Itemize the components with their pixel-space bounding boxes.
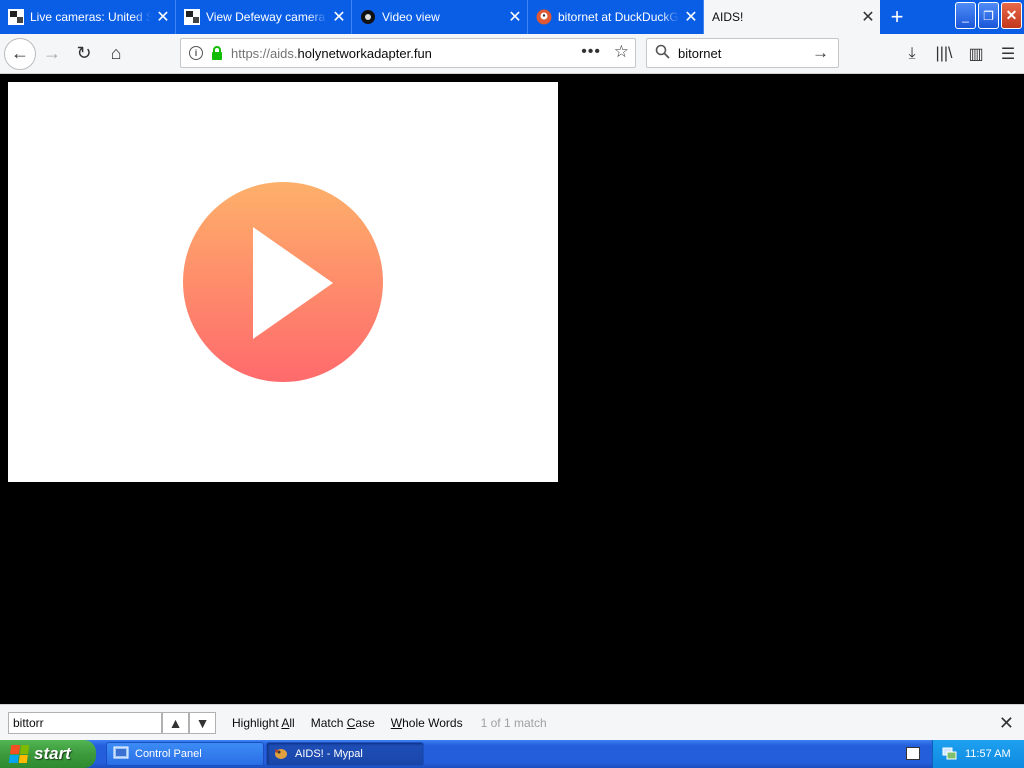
mypal-icon (273, 745, 289, 764)
minimize-button[interactable]: _ (955, 2, 976, 29)
network-icon[interactable] (941, 745, 957, 764)
system-tray: 11:57 AM (932, 740, 1024, 768)
navigation-toolbar: ← → ↻ ⌂ i https://aids.holynetworkadapte… (0, 34, 1024, 74)
windows-logo-icon (8, 745, 30, 763)
close-find-bar-icon[interactable]: ✕ (999, 713, 1014, 734)
tab-duckduckgo[interactable]: bitornet at DuckDuckGo ✕ (528, 0, 704, 34)
lock-icon[interactable] (211, 46, 223, 60)
back-button[interactable]: ← (4, 37, 36, 70)
duckduckgo-favicon-icon (536, 9, 552, 25)
url-text[interactable]: https://aids.holynetworkadapter.fun (231, 46, 432, 61)
eye-favicon-icon (360, 9, 376, 25)
whole-words-accesskey: W (390, 715, 403, 730)
find-input[interactable]: bittorr (8, 711, 162, 734)
close-window-button[interactable]: ✕ (1001, 2, 1022, 29)
taskbar-item-mypal[interactable]: AIDS! - Mypal (266, 742, 424, 766)
find-bar: bittorr ▲ ▼ Highlight All Match Case Who… (0, 704, 1024, 740)
camera-favicon-icon (184, 9, 200, 25)
video-player[interactable] (8, 82, 558, 482)
close-tab-icon[interactable]: ✕ (151, 7, 175, 27)
play-icon (253, 227, 333, 339)
start-button[interactable]: start (0, 740, 96, 768)
tab-live-cameras[interactable]: Live cameras: United States ✕ (0, 0, 176, 34)
window-controls: _ ❐ ✕ (955, 0, 1022, 34)
new-tab-button[interactable]: + (880, 0, 914, 34)
tab-video-view[interactable]: Video view ✕ (352, 0, 528, 34)
tab-title: View Defeway camera in (206, 10, 327, 24)
play-button[interactable] (183, 182, 383, 382)
close-tab-icon[interactable]: ✕ (503, 7, 527, 27)
tab-strip-spacer (914, 0, 955, 34)
sidebar-icon[interactable]: ▥ (960, 38, 992, 70)
taskbar-item-control-panel[interactable]: Control Panel (106, 742, 264, 766)
search-bar[interactable]: bitornet → (646, 38, 839, 68)
tab-title: Live cameras: United States (30, 10, 151, 24)
taskbar-item-label: AIDS! - Mypal (295, 748, 363, 760)
address-bar[interactable]: i https://aids.holynetworkadapter.fun ••… (180, 38, 636, 68)
match-case-label-end: ase (355, 715, 375, 730)
info-icon[interactable]: i (189, 46, 203, 60)
tab-title: bitornet at DuckDuckGo (558, 10, 679, 24)
restore-button[interactable]: ❐ (978, 2, 999, 29)
windows-taskbar: start Control Panel AIDS! - Mypal 11:57 … (0, 740, 1024, 768)
search-icon (655, 44, 670, 62)
library-icon[interactable]: |||\ (928, 38, 960, 70)
highlight-all-option[interactable]: Highlight All (232, 716, 295, 730)
tab-defeway-camera[interactable]: View Defeway camera in ✕ (176, 0, 352, 34)
close-tab-icon[interactable]: ✕ (327, 7, 351, 27)
taskbar-item-label: Control Panel (135, 748, 202, 760)
whole-words-label-end: hole Words (402, 715, 463, 730)
close-tab-icon[interactable]: ✕ (856, 7, 880, 27)
tab-title: AIDS! (712, 10, 744, 24)
tab-strip: Live cameras: United States ✕ View Defew… (0, 0, 1024, 34)
find-previous-button[interactable]: ▲ (162, 711, 189, 734)
find-status: 1 of 1 match (480, 715, 547, 730)
search-go-arrow-icon[interactable]: → (812, 43, 838, 63)
page-content (0, 74, 1024, 704)
find-next-button[interactable]: ▼ (189, 711, 216, 734)
tab-aids-active[interactable]: AIDS! ✕ (704, 0, 880, 34)
tab-title: Video view (382, 10, 440, 24)
menu-hamburger-icon[interactable]: ☰ (992, 38, 1024, 70)
highlight-all-label-start: Highlight (232, 715, 282, 730)
search-input[interactable]: bitornet (678, 46, 812, 61)
reload-button[interactable]: ↻ (68, 38, 100, 70)
keyboard-language-icon[interactable] (906, 747, 920, 760)
downloads-icon[interactable]: ⤓ (896, 38, 928, 70)
match-case-label-start: Match (310, 715, 347, 730)
url-prefix: https://aids. (231, 45, 298, 61)
whole-words-option[interactable]: Whole Words (391, 716, 463, 730)
home-button[interactable]: ⌂ (100, 38, 132, 70)
bookmark-star-icon[interactable]: ☆ (614, 42, 629, 62)
forward-button[interactable]: → (36, 38, 68, 70)
match-case-option[interactable]: Match Case (311, 716, 375, 730)
control-panel-icon (113, 745, 129, 764)
start-label: start (34, 744, 71, 763)
highlight-all-label-end: ll (289, 715, 295, 730)
close-tab-icon[interactable]: ✕ (679, 7, 703, 27)
clock[interactable]: 11:57 AM (965, 748, 1011, 760)
url-domain: holynetworkadapter.fun (297, 45, 432, 61)
page-actions-icon[interactable]: ••• (581, 43, 601, 61)
camera-favicon-icon (8, 9, 24, 25)
toolbar-right: ⤓ |||\ ▥ ☰ (896, 38, 1024, 70)
